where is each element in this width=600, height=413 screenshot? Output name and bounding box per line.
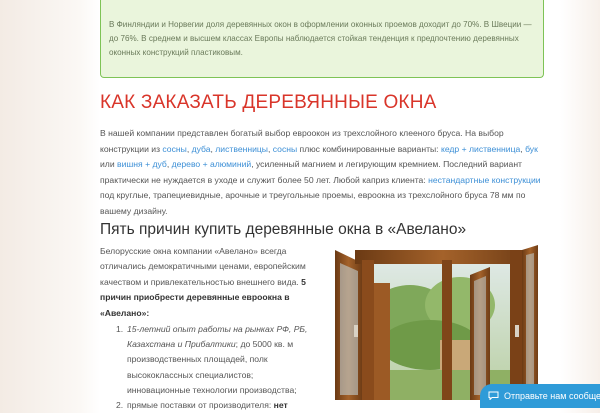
list-number: 2.: [116, 400, 124, 411]
reasons-intro-text: Белорусские окна компании «Авелано» всег…: [100, 246, 306, 287]
chat-message-button[interactable]: Отправьте нам сообщение: [480, 384, 600, 408]
list-item: 2. прямые поставки от производителя: нет: [100, 398, 315, 413]
window-photo: [330, 245, 540, 400]
reasons-intro: Белорусские окна компании «Авелано» всег…: [100, 244, 315, 321]
or-text: или: [100, 159, 118, 170]
reasons-section-title: Пять причин купить деревянные окна в «Ав…: [100, 221, 467, 238]
reasons-list: 1. 15-летний опыт работы на рынках РФ, Р…: [100, 322, 315, 413]
link-nonstandard[interactable]: нестандартные конструкции: [428, 175, 540, 185]
link-cherry-oak[interactable]: вишня + дуб: [117, 159, 167, 169]
link-larch[interactable]: лиственницы: [215, 144, 268, 154]
link-wood-aluminium[interactable]: дерево + алюминий: [172, 159, 252, 169]
window-photo-graphic: [330, 245, 540, 400]
link-cedar-larch[interactable]: кедр + лиственница: [441, 144, 520, 154]
notice-text: В Финляндии и Норвегии доля деревянных о…: [109, 20, 532, 57]
list-item: 1. 15-летний опыт работы на рынках РФ, Р…: [100, 322, 315, 398]
order-end-text: под круглые, трапециевидные, арочные и т…: [100, 190, 526, 216]
list-number: 1.: [116, 324, 124, 334]
order-paragraph: В нашей компании представлен богатый выб…: [100, 128, 541, 216]
info-notice-box: В Финляндии и Норвегии доля деревянных о…: [100, 0, 544, 78]
link-pine-2[interactable]: сосны: [273, 144, 297, 154]
reasons-intro-colon: :: [146, 307, 150, 318]
link-pine[interactable]: сосны: [162, 144, 186, 154]
chat-icon: [488, 391, 499, 400]
link-oak[interactable]: дуба: [192, 144, 211, 154]
order-section-title: КАК ЗАКАЗАТЬ ДЕРЕВЯННЫЕ ОКНА: [100, 92, 437, 113]
link-beech[interactable]: бук: [525, 144, 538, 154]
reason-text: прямые поставки от производителя:: [127, 400, 274, 411]
order-combined-text: плюс комбинированные варианты:: [297, 143, 441, 154]
reason-bold: нет: [273, 400, 288, 411]
